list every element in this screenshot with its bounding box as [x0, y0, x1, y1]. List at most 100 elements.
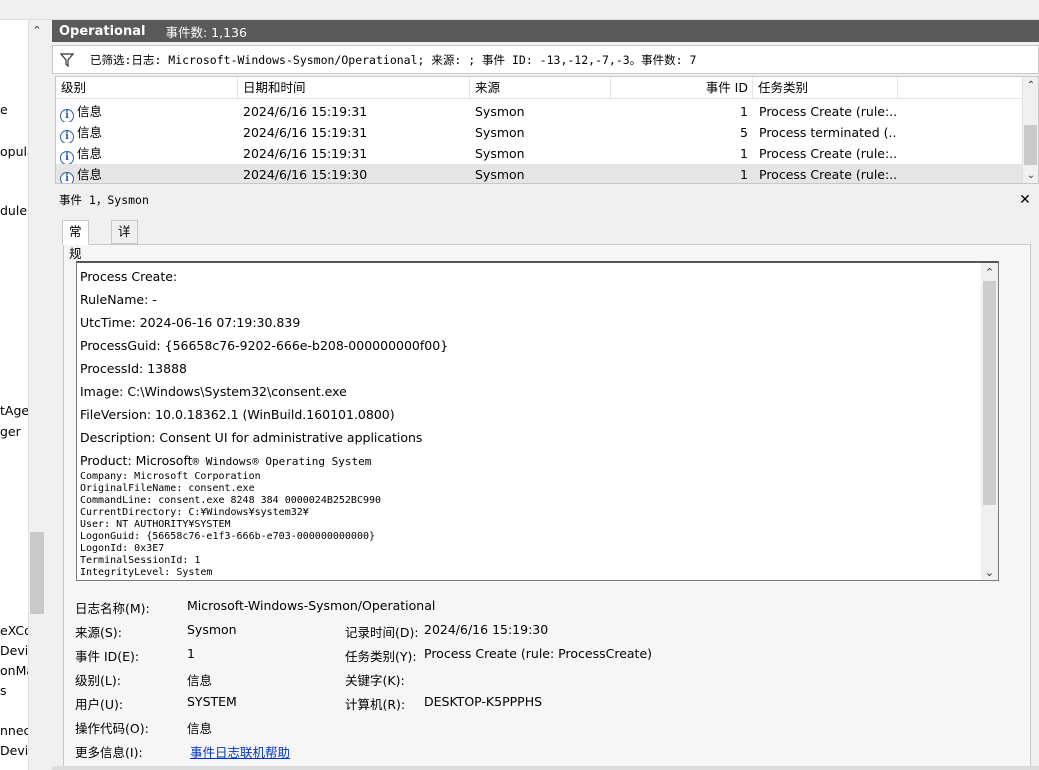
cell-source: Sysmon — [475, 125, 525, 140]
cell-event-id: 1 — [740, 104, 748, 119]
tab-details[interactable]: 详细信息 — [111, 220, 138, 305]
tree-item[interactable]: s — [0, 683, 7, 698]
description-line: Description: Consent UI for administrati… — [80, 430, 423, 445]
column-level[interactable]: 级别 — [56, 77, 238, 99]
table-scrollbar[interactable]: ⌃ ⌄ — [1022, 77, 1038, 183]
cell-task: Process Create (rule:... — [759, 104, 897, 119]
description-line: FileVersion: 10.0.18362.1 (WinBuild.1601… — [80, 407, 395, 422]
more-info-label: 更多信息(I): — [75, 745, 143, 760]
description-scrollbar-thumb[interactable] — [983, 281, 996, 505]
tree-item[interactable]: e — [0, 102, 8, 117]
table-header: 级别 日期和时间 来源 事件 ID 任务类别 — [56, 77, 1024, 99]
description-line: LogonGuid: {56658c76-e1f3-666b-e703-0000… — [80, 531, 376, 542]
level-label: 级别(L): — [75, 673, 121, 688]
logged-label: 记录时间(D): — [345, 625, 419, 640]
cell-datetime: 2024/6/16 15:19:30 — [243, 167, 368, 182]
chevron-up-icon[interactable]: ⌃ — [28, 20, 46, 40]
description-line: ProcessGuid: {56658c76-9202-666e-b208-00… — [80, 338, 449, 353]
info-icon: i — [60, 109, 74, 122]
tab-general[interactable]: 常规 — [62, 220, 89, 261]
description-line: UtcTime: 2024-06-16 07:19:30.839 — [80, 315, 301, 330]
description-line: TerminalSessionId: 1 — [80, 555, 201, 566]
description-line: IntegrityLevel: System — [80, 567, 213, 578]
tree-scrollbar-thumb[interactable] — [30, 532, 44, 614]
chevron-down-icon[interactable]: ⌄ — [981, 563, 998, 580]
task-category-value[interactable]: Process Create (rule: ProcessCreate) — [424, 646, 652, 661]
user-value[interactable]: SYSTEM — [187, 694, 237, 709]
computer-label: 计算机(R): — [345, 697, 406, 712]
top-strip — [0, 0, 1039, 20]
info-icon: i — [60, 130, 74, 143]
level-text: 信息 — [77, 104, 103, 119]
description-line: User: NT AUTHORITY¥SYSTEM — [80, 519, 231, 530]
description-line: Process Create: — [80, 269, 178, 284]
online-help-link[interactable]: 事件日志联机帮助 — [190, 742, 290, 761]
cell-datetime: 2024/6/16 15:19:31 — [243, 104, 368, 119]
task-category-label: 任务类别(Y): — [345, 649, 417, 664]
cell-level: i 信息 — [60, 143, 238, 164]
user-label: 用户(U): — [75, 697, 124, 712]
table-scrollbar-thumb[interactable] — [1024, 125, 1037, 165]
tree-item[interactable]: eXCo — [0, 623, 32, 638]
description-line: LogonId: 0x3E7 — [80, 543, 165, 554]
cell-level: i 信息 — [60, 164, 238, 183]
cell-task: Process terminated (... — [759, 125, 897, 140]
cell-event-id: 1 — [740, 167, 748, 182]
tree-scrollbar[interactable] — [28, 20, 46, 770]
logged-value[interactable]: 2024/6/16 15:19:30 — [424, 622, 548, 637]
description-line: CurrentDirectory: C:¥Windows¥system32¥ — [80, 507, 309, 518]
description-line: OriginalFileName: consent.exe — [80, 483, 255, 494]
source-label: 来源(S): — [75, 625, 122, 640]
level-text: 信息 — [77, 146, 103, 161]
cell-datetime: 2024/6/16 15:19:31 — [243, 146, 368, 161]
event-id-value[interactable]: 1 — [187, 646, 195, 661]
chevron-up-icon[interactable]: ⌃ — [1023, 77, 1038, 93]
cell-task: Process Create (rule:... — [759, 167, 897, 182]
tree-item[interactable]: ger — [0, 424, 21, 439]
level-value[interactable]: 信息 — [187, 670, 212, 689]
log-name-label: 日志名称(M): — [75, 601, 150, 616]
detail-header: 事件 1，Sysmon — [59, 193, 149, 207]
tree-item[interactable]: tAge — [0, 403, 29, 418]
column-datetime[interactable]: 日期和时间 — [238, 77, 470, 99]
keywords-label: 关键字(K): — [345, 673, 405, 688]
description-line: Company: Microsoft Corporation — [80, 471, 261, 482]
cell-event-id: 1 — [740, 146, 748, 161]
computer-value[interactable]: DESKTOP-K5PPPHS — [424, 694, 542, 709]
event-description-box[interactable]: Process Create: RuleName: - UtcTime: 2024-… — [76, 261, 999, 581]
table-row[interactable]: i 信息 2024/6/16 15:19:31 Sysmon 1 Process Crea… — [56, 143, 1024, 164]
cell-level: i 信息 — [60, 101, 238, 122]
opcode-value[interactable]: 信息 — [187, 718, 212, 737]
description-line: ProcessId: 13888 — [80, 361, 187, 376]
event-count: 事件数: 1,136 — [165, 24, 247, 40]
log-name-value[interactable]: Microsoft-Windows-Sysmon/Operational — [187, 598, 435, 613]
tree-item[interactable]: dule — [0, 203, 27, 218]
table-row[interactable]: i 信息 2024/6/16 15:19:30 Sysmon 1 Process Crea… — [56, 164, 1024, 183]
cell-event-id: 5 — [740, 125, 748, 140]
description-line: Image: C:\Windows\System32\consent.exe — [80, 384, 347, 399]
description-line-product: Product: Microsoft® Windows® Operating S… — [80, 453, 371, 468]
table-row[interactable]: i 信息 2024/6/16 15:19:31 Sysmon 1 Process Crea… — [56, 101, 1024, 122]
event-id-label: 事件 ID(E): — [75, 649, 140, 664]
column-task-category[interactable]: 任务类别 — [753, 77, 898, 99]
info-icon: i — [60, 172, 74, 183]
close-icon[interactable]: ✕ — [1017, 192, 1033, 208]
column-event-id[interactable]: 事件 ID — [611, 77, 753, 99]
cell-source: Sysmon — [475, 167, 525, 182]
level-text: 信息 — [77, 125, 103, 140]
events-table[interactable]: 级别 日期和时间 来源 事件 ID 任务类别 i 信息 2024/6/16 15:1… — [55, 76, 1039, 184]
filter-bar: 已筛选:日志: Microsoft-Windows-Sysmon/Operati… — [52, 45, 1039, 74]
description-scrollbar[interactable]: ⌃ ⌄ — [981, 263, 998, 580]
cell-datetime: 2024/6/16 15:19:31 — [243, 125, 368, 140]
cell-source: Sysmon — [475, 146, 525, 161]
table-row[interactable]: i 信息 2024/6/16 15:19:31 Sysmon 5 Process term… — [56, 122, 1024, 143]
chevron-down-icon[interactable]: ⌄ — [1023, 167, 1038, 183]
filter-text: 已筛选:日志: Microsoft-Windows-Sysmon/Operati… — [90, 52, 697, 67]
filter-icon — [59, 52, 75, 67]
description-line: CommandLine: consent.exe 8248 384 000002… — [80, 495, 382, 506]
log-title-bar: Operational 事件数: 1,136 — [52, 20, 1039, 42]
chevron-up-icon[interactable]: ⌃ — [981, 263, 998, 281]
cell-level: i 信息 — [60, 122, 238, 143]
source-value[interactable]: Sysmon — [187, 622, 237, 637]
column-source[interactable]: 来源 — [470, 77, 611, 99]
